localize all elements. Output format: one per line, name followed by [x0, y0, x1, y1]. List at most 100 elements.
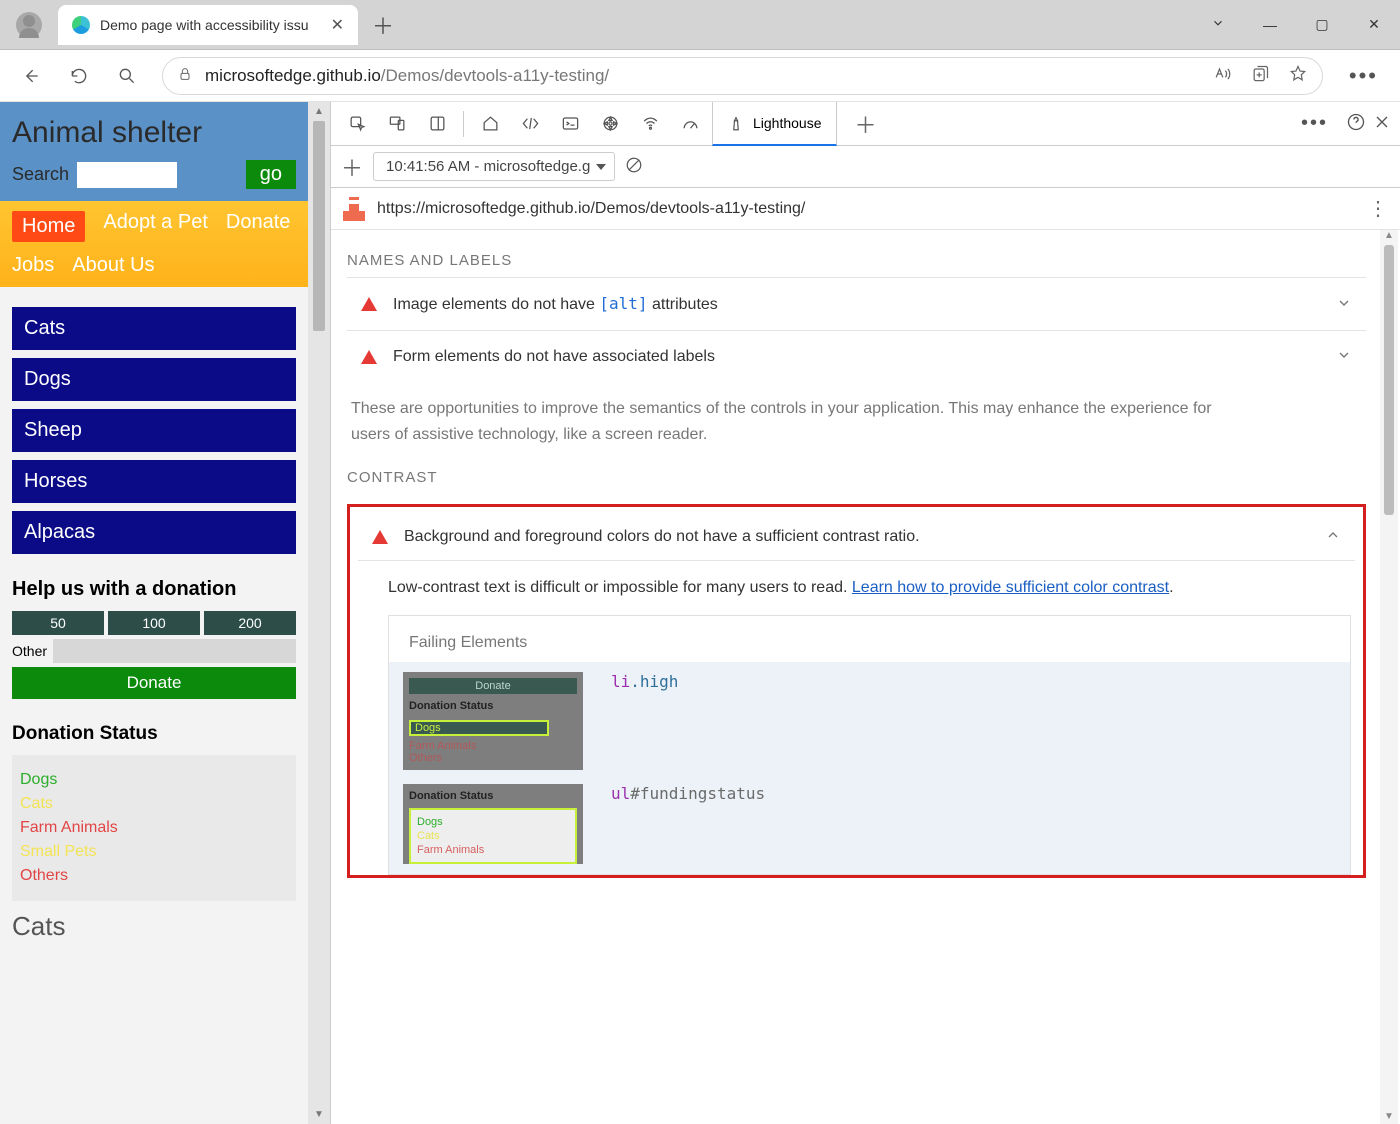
lighthouse-report: NAMES AND LABELS Image elements do not h… — [331, 230, 1400, 1124]
category-item[interactable]: Alpacas — [12, 511, 296, 554]
fail-triangle-icon — [361, 297, 377, 311]
favorite-icon[interactable] — [1288, 64, 1308, 87]
devtools-panel: Lighthouse ＋ ••• ＋ 10:41:56 AM - microso… — [330, 102, 1400, 1124]
nav-donate[interactable]: Donate — [226, 211, 291, 242]
nav-jobs[interactable]: Jobs — [12, 254, 54, 277]
console-icon[interactable] — [552, 106, 588, 142]
collections-icon[interactable] — [1250, 64, 1270, 87]
status-item: Dogs — [20, 771, 288, 789]
browser-tab[interactable]: Demo page with accessibility issu ✕ — [58, 5, 358, 45]
window-minimize-button[interactable]: — — [1244, 17, 1296, 33]
address-bar[interactable]: microsoftedge.github.io/Demos/devtools-a… — [162, 57, 1323, 95]
search-input[interactable] — [77, 162, 177, 188]
search-button[interactable] — [106, 55, 148, 97]
help-icon[interactable] — [1346, 112, 1366, 135]
lighthouse-tab-label: Lighthouse — [753, 115, 822, 131]
donation-amount-button[interactable]: 200 — [204, 611, 296, 635]
main-nav: Home Adopt a Pet Donate Jobs About Us — [0, 201, 308, 287]
section-heading: NAMES AND LABELS — [347, 252, 1366, 269]
nav-about[interactable]: About Us — [72, 254, 154, 277]
cutoff-heading: Cats — [0, 911, 308, 942]
refresh-button[interactable] — [58, 55, 100, 97]
contrast-audit-highlighted: Background and foreground colors do not … — [347, 504, 1366, 878]
device-icon[interactable] — [379, 106, 415, 142]
element-selector: li.high — [611, 672, 678, 691]
report-url: https://microsoftedge.github.io/Demos/de… — [377, 200, 805, 218]
sources-icon[interactable] — [592, 106, 628, 142]
element-selector: ul#fundingstatus — [611, 784, 765, 803]
audit-row[interactable]: Image elements do not have [alt] attribu… — [347, 277, 1366, 330]
audit-row[interactable]: Form elements do not have associated lab… — [347, 330, 1366, 382]
failing-elements-heading: Failing Elements — [389, 616, 1350, 662]
devtools-menu-button[interactable]: ••• — [1289, 112, 1340, 135]
donation-status-list: Dogs Cats Farm Animals Small Pets Others — [12, 755, 296, 901]
new-report-button[interactable]: ＋ — [341, 151, 363, 183]
category-item[interactable]: Horses — [12, 460, 296, 503]
donation-heading: Help us with a donation — [12, 578, 296, 601]
donation-other-label: Other — [12, 639, 53, 663]
back-button[interactable] — [10, 55, 52, 97]
audit-title: Background and foreground colors do not … — [404, 528, 920, 546]
fail-triangle-icon — [372, 530, 388, 544]
learn-more-link[interactable]: Learn how to provide sufficient color co… — [852, 579, 1169, 596]
new-tab-button[interactable]: ＋ — [372, 9, 394, 41]
section-heading: CONTRAST — [347, 469, 1366, 486]
status-item: Cats — [20, 795, 288, 813]
page-title: Animal shelter — [12, 116, 296, 150]
window-close-button[interactable]: ✕ — [1348, 16, 1400, 33]
failing-element-row[interactable]: Donate Donation Status Dogs Farm Animals… — [403, 672, 1336, 770]
lighthouse-logo-icon — [343, 197, 365, 221]
demo-page: Animal shelter Search go Home Adopt a Pe… — [0, 102, 330, 1124]
devtools-close-button[interactable] — [1372, 112, 1392, 135]
search-label: Search — [12, 164, 69, 185]
lighthouse-icon — [727, 114, 745, 132]
category-list: Cats Dogs Sheep Horses Alpacas — [0, 287, 308, 564]
lighthouse-subtoolbar: ＋ 10:41:56 AM - microsoftedge.g — [331, 146, 1400, 188]
report-url-bar: https://microsoftedge.github.io/Demos/de… — [331, 188, 1400, 230]
browser-menu-button[interactable]: ••• — [1337, 63, 1390, 89]
audit-row-expanded[interactable]: Background and foreground colors do not … — [358, 517, 1355, 561]
fail-triangle-icon — [361, 350, 377, 364]
status-item: Others — [20, 867, 288, 885]
donation-amount-button[interactable]: 100 — [108, 611, 200, 635]
section-description: These are opportunities to improve the s… — [351, 396, 1251, 447]
elements-icon[interactable] — [512, 106, 548, 142]
tab-title: Demo page with accessibility issu — [100, 17, 309, 33]
tab-close-icon[interactable]: ✕ — [331, 15, 344, 35]
clear-icon[interactable] — [625, 156, 643, 177]
tabs-chevron-icon[interactable] — [1192, 16, 1244, 33]
failing-elements-card: Failing Elements Donate Donation Status … — [388, 615, 1351, 875]
category-item[interactable]: Cats — [12, 307, 296, 350]
performance-icon[interactable] — [672, 106, 708, 142]
nav-adopt[interactable]: Adopt a Pet — [103, 211, 208, 242]
donation-amount-button[interactable]: 50 — [12, 611, 104, 635]
report-scrollbar[interactable]: ▲ ▼ — [1380, 230, 1398, 1124]
dock-icon[interactable] — [419, 106, 455, 142]
profile-avatar[interactable] — [16, 12, 42, 38]
inspect-icon[interactable] — [339, 106, 375, 142]
category-item[interactable]: Sheep — [12, 409, 296, 452]
welcome-icon[interactable] — [472, 106, 508, 142]
read-aloud-icon[interactable] — [1212, 64, 1232, 87]
page-scrollbar[interactable]: ▲ ▼ — [308, 102, 330, 1124]
audit-description: Low-contrast text is difficult or imposs… — [358, 561, 1355, 597]
lighthouse-tab[interactable]: Lighthouse — [712, 102, 837, 146]
failing-element-row[interactable]: Donation Status Dogs Cats Farm Animals u… — [403, 784, 1336, 864]
report-selector[interactable]: 10:41:56 AM - microsoftedge.g — [373, 152, 615, 181]
go-button[interactable]: go — [246, 160, 296, 189]
network-icon[interactable] — [632, 106, 668, 142]
donate-button[interactable]: Donate — [12, 667, 296, 699]
report-selector-label: 10:41:56 AM - microsoftedge.g — [386, 158, 590, 175]
category-item[interactable]: Dogs — [12, 358, 296, 401]
status-item: Small Pets — [20, 843, 288, 861]
donation-other-input[interactable] — [53, 639, 296, 663]
element-thumbnail: Donation Status Dogs Cats Farm Animals — [403, 784, 583, 864]
window-maximize-button[interactable]: ▢ — [1296, 16, 1348, 33]
chevron-down-icon — [1336, 295, 1352, 314]
report-menu-button[interactable]: ⋮ — [1368, 196, 1388, 221]
lock-icon — [177, 66, 193, 85]
nav-home[interactable]: Home — [12, 211, 85, 242]
edge-logo-icon — [72, 16, 90, 34]
more-tabs-button[interactable]: ＋ — [841, 108, 891, 140]
chevron-up-icon — [1325, 527, 1341, 546]
